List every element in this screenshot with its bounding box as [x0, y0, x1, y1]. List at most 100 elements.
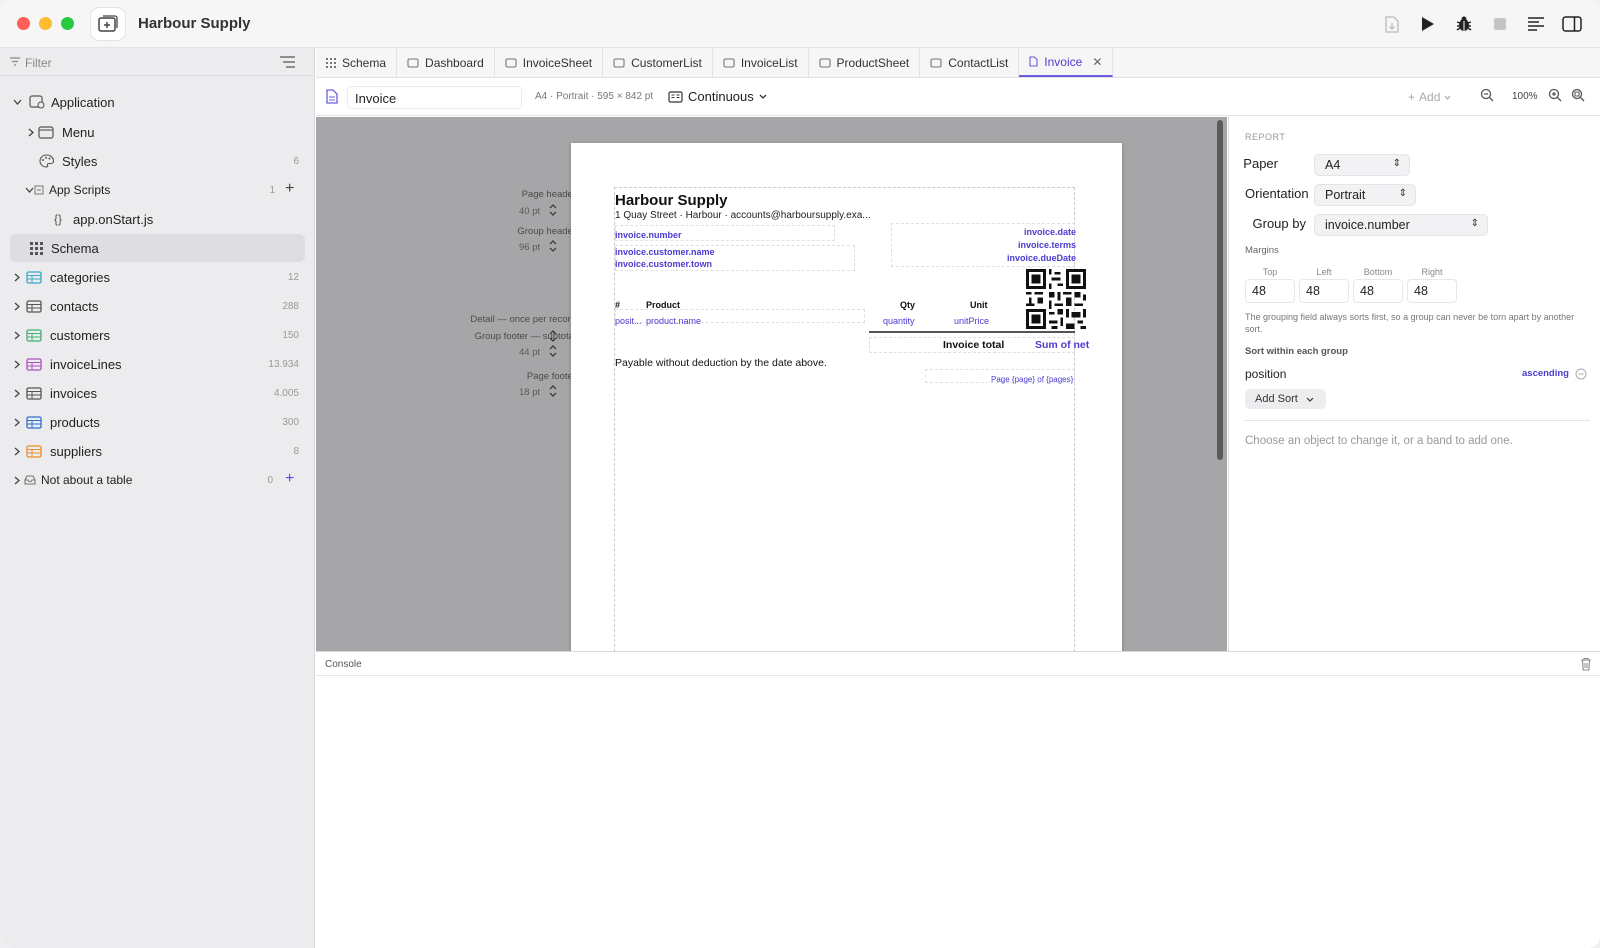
total-rule[interactable] — [869, 331, 1075, 333]
canvas-scrollbar[interactable] — [1217, 120, 1223, 460]
debug-button[interactable] — [1450, 10, 1478, 38]
tab-invoicesheet[interactable]: InvoiceSheet — [495, 48, 604, 77]
sidebar-item-app-scripts[interactable]: App Scripts 1 + — [10, 176, 305, 204]
paper-select[interactable]: A4 ⇕ — [1314, 154, 1410, 176]
tab-contactlist[interactable]: ContactList — [920, 48, 1020, 77]
column-header-qty[interactable]: Qty — [900, 300, 915, 310]
export-button[interactable] — [1378, 10, 1406, 38]
orientation-select[interactable]: Portrait ⇕ — [1314, 184, 1416, 206]
remove-circle-icon[interactable] — [1575, 368, 1587, 380]
stepper-icon[interactable] — [549, 239, 557, 253]
band-height-page-header[interactable]: 40 pt — [519, 206, 540, 217]
trash-icon[interactable] — [1580, 657, 1592, 671]
field-position[interactable]: posit... — [615, 316, 642, 326]
run-button[interactable] — [1414, 10, 1442, 38]
band-height-group-footer[interactable]: 44 pt — [519, 347, 540, 358]
zoom-window-button[interactable] — [61, 17, 74, 30]
zoom-level[interactable]: 100% — [1512, 91, 1538, 102]
field-quantity[interactable]: quantity — [883, 316, 915, 326]
invoice-total-value[interactable]: Sum of net — [1035, 339, 1089, 351]
chevron-right-icon[interactable] — [12, 301, 22, 311]
chevron-right-icon[interactable] — [12, 446, 22, 456]
sidebar-item-contacts[interactable]: contacts 288 — [10, 292, 305, 320]
sidebar-item-styles[interactable]: Styles 6 — [10, 147, 305, 175]
band-height-page-footer[interactable]: 18 pt — [519, 387, 540, 398]
band-label-group-footer[interactable]: Group footer — subtotal — [475, 331, 576, 342]
margin-top-input[interactable]: 48 — [1245, 279, 1295, 303]
sidebar-item-categories[interactable]: categories 12 — [10, 263, 305, 291]
field-customer-town[interactable]: invoice.customer.town — [615, 259, 712, 269]
chevron-right-icon[interactable] — [26, 127, 36, 137]
list-options-icon[interactable] — [280, 56, 295, 68]
field-invoice-due-date[interactable]: invoice.dueDate — [1007, 253, 1076, 263]
add-sort-button[interactable]: Add Sort — [1245, 389, 1326, 409]
sidebar-item-not-table[interactable]: Not about a table 0 + — [10, 466, 305, 494]
format-button[interactable] — [1522, 10, 1550, 38]
sidebar-item-script[interactable]: {} app.onStart.js — [10, 205, 305, 233]
tab-customerlist[interactable]: CustomerList — [603, 48, 713, 77]
sidebar-item-application[interactable]: Application — [10, 88, 305, 116]
zoom-fit-icon[interactable] — [1571, 88, 1586, 103]
add-element-button[interactable]: + Add — [1408, 90, 1451, 104]
chevron-right-icon[interactable] — [12, 359, 22, 369]
invoice-address[interactable]: 1 Quay Street · Harbour · accounts@harbo… — [615, 210, 871, 221]
filter-bar[interactable]: Filter — [0, 48, 315, 76]
sort-direction[interactable]: ascending — [1522, 368, 1569, 379]
sidebar-item-menu[interactable]: Menu — [10, 118, 305, 146]
field-unit-price[interactable]: unitPrice — [954, 316, 989, 326]
minimize-window-button[interactable] — [39, 17, 52, 30]
report-name-input[interactable]: Invoice — [347, 86, 522, 109]
payable-note[interactable]: Payable without deduction by the date ab… — [615, 357, 827, 369]
band-height-group-header[interactable]: 96 pt — [519, 242, 540, 253]
chevron-right-icon[interactable] — [12, 272, 22, 282]
view-mode-select[interactable]: Continuous — [668, 89, 767, 104]
sort-field[interactable]: position — [1245, 367, 1286, 381]
chevron-right-icon[interactable] — [12, 475, 22, 485]
zoom-out-icon[interactable] — [1480, 88, 1495, 103]
band-label-page-footer[interactable]: Page footer — [527, 371, 576, 382]
add-non-table-button[interactable]: + — [285, 470, 294, 488]
report-canvas[interactable]: Page header 40 pt Group header 96 pt Det… — [316, 117, 1227, 651]
sidebar-item-invoices[interactable]: invoices 4.005 — [10, 379, 305, 407]
chevron-right-icon[interactable] — [12, 388, 22, 398]
tab-invoice[interactable]: Invoice ✕ — [1019, 48, 1114, 77]
column-header-product[interactable]: Product — [646, 300, 680, 310]
group-by-select[interactable]: invoice.number ⇕ — [1314, 214, 1488, 236]
field-invoice-date[interactable]: invoice.date — [1024, 227, 1076, 237]
chevron-down-icon[interactable] — [12, 97, 22, 107]
chevron-right-icon[interactable] — [12, 417, 22, 427]
zoom-in-icon[interactable] — [1548, 88, 1563, 103]
chevron-right-icon[interactable] — [12, 330, 22, 340]
new-window-button[interactable] — [91, 8, 125, 40]
field-invoice-terms[interactable]: invoice.terms — [1018, 240, 1076, 250]
qr-code-icon[interactable] — [1026, 269, 1086, 329]
column-header-position[interactable]: # — [615, 300, 620, 310]
tab-productsheet[interactable]: ProductSheet — [809, 48, 921, 77]
band-label-group-header[interactable]: Group header — [517, 226, 576, 237]
report-page[interactable]: Harbour Supply 1 Quay Street · Harbour ·… — [571, 143, 1122, 651]
filter-input[interactable]: Filter — [25, 56, 52, 70]
stepper-icon[interactable] — [549, 329, 557, 343]
column-header-unit[interactable]: Unit — [970, 300, 988, 310]
margin-left-input[interactable]: 48 — [1299, 279, 1349, 303]
close-tab-icon[interactable]: ✕ — [1092, 55, 1102, 69]
tab-invoicelist[interactable]: InvoiceList — [713, 48, 809, 77]
sidebar-item-suppliers[interactable]: suppliers 8 — [10, 437, 305, 465]
margin-right-input[interactable]: 48 — [1407, 279, 1457, 303]
field-customer-name[interactable]: invoice.customer.name — [615, 247, 715, 257]
sidebar-item-schema[interactable]: Schema — [10, 234, 305, 262]
tab-dashboard[interactable]: Dashboard — [397, 48, 495, 77]
stepper-icon[interactable] — [549, 203, 557, 217]
stepper-icon[interactable] — [549, 384, 557, 398]
sidebar-item-customers[interactable]: customers 150 — [10, 321, 305, 349]
band-label-detail[interactable]: Detail — once per record — [470, 314, 576, 325]
page-number-field[interactable]: Page {page} of {pages} — [991, 375, 1073, 384]
stepper-icon[interactable] — [549, 344, 557, 358]
add-script-button[interactable]: + — [285, 180, 294, 198]
toggle-inspector-button[interactable] — [1558, 10, 1586, 38]
field-product-name[interactable]: product.name — [646, 316, 701, 326]
invoice-company-title[interactable]: Harbour Supply — [615, 192, 728, 209]
sidebar-item-products[interactable]: products 300 — [10, 408, 305, 436]
field-invoice-number[interactable]: invoice.number — [615, 230, 682, 240]
stop-button[interactable] — [1486, 10, 1514, 38]
